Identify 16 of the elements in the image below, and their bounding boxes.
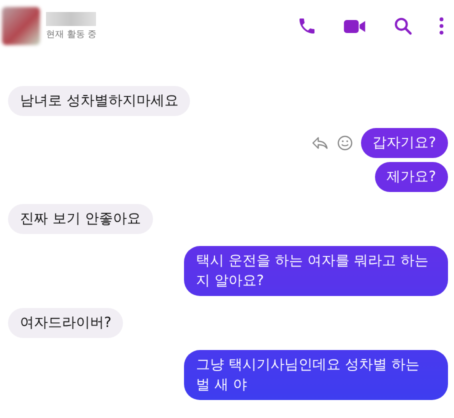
message-bubble: 여자드라이버? bbox=[8, 308, 124, 338]
avatar bbox=[2, 7, 40, 45]
more-icon[interactable] bbox=[439, 16, 444, 36]
reply-icon[interactable] bbox=[310, 136, 329, 150]
status-text: 현재 활동 중 bbox=[46, 28, 97, 40]
message-bubble: 진짜 보기 안좋아요 bbox=[8, 204, 153, 234]
message-bubble: 남녀로 성차별하지마세요 bbox=[8, 86, 190, 116]
video-camera-icon[interactable] bbox=[343, 18, 367, 34]
name-blur bbox=[46, 12, 96, 26]
message-bubble: 제가요? bbox=[374, 162, 448, 192]
emoji-icon[interactable] bbox=[336, 135, 353, 151]
message-bubble: 택시 운전을 하는 여자를 뭐라고 하는지 알아요? bbox=[184, 246, 448, 296]
search-icon[interactable] bbox=[393, 16, 413, 36]
phone-icon[interactable] bbox=[297, 16, 317, 36]
message-bubble: 갑자기요? bbox=[360, 128, 448, 158]
message-bubble: 그냥 택시기사님인데요 성차별 하는 벌 새 야 bbox=[184, 350, 448, 400]
